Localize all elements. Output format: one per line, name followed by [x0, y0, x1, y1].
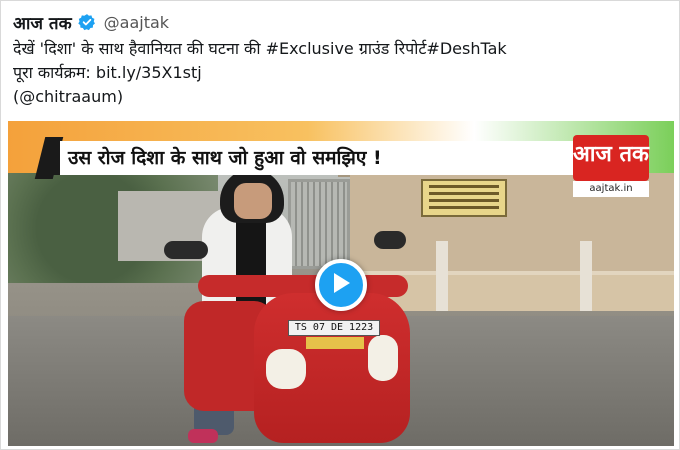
scooter-mirror-right — [374, 231, 406, 249]
tweet-text-line-1: देखें 'दिशा' के साथ हैवानियत की घटना की … — [13, 37, 673, 61]
tweet-text-segment: देखें 'दिशा' के साथ हैवानियत की घटना की — [13, 39, 266, 58]
scene-gate — [288, 179, 350, 269]
scooter-headlight-right — [368, 335, 398, 381]
tweet-text-line-3[interactable]: (@chitraaum) — [13, 85, 673, 109]
headline-text: उस रोज दिशा के साथ जो हुआ वो समझिए ! — [68, 147, 382, 169]
display-name[interactable]: आज तक — [13, 11, 72, 34]
video-player[interactable]: TS 07 DE 1223 उस रोज दिशा के साथ जो हुआ … — [8, 121, 674, 446]
logo-text: आज तक — [573, 142, 649, 167]
scene-pillar — [580, 241, 592, 311]
hashtag-deshtak[interactable]: #DeshTak — [426, 39, 506, 58]
tweet-header: आज तक @aajtak — [13, 9, 169, 35]
scooter-mirror-left — [164, 241, 208, 259]
scene-pillar — [436, 241, 448, 311]
number-plate: TS 07 DE 1223 — [288, 320, 380, 336]
plate-sticker — [306, 337, 364, 349]
tweet-card: आज तक @aajtak देखें 'दिशा' के साथ हैवानि… — [0, 0, 680, 450]
tweet-text-line-2[interactable]: पूरा कार्यक्रम: bit.ly/35X1stj — [13, 61, 673, 85]
rider-face — [234, 183, 272, 219]
verified-badge-icon — [77, 13, 96, 31]
hashtag-exclusive[interactable]: #Exclusive — [266, 39, 354, 58]
play-button[interactable] — [315, 259, 367, 311]
rider-shoe — [188, 429, 218, 443]
scene-low-wall — [363, 271, 674, 311]
logo-subtext: aajtak.in — [573, 181, 649, 197]
user-handle[interactable]: @aajtak — [104, 13, 169, 32]
scene-signboard — [421, 179, 507, 217]
play-icon — [330, 271, 352, 299]
scooter-headlight-left — [266, 349, 306, 389]
tweet-text: देखें 'दिशा' के साथ हैवानियत की घटना की … — [13, 37, 673, 109]
aajtak-logo: आज तक aajtak.in — [573, 135, 649, 197]
tweet-text-segment: ग्राउंड रिपोर्ट — [353, 39, 427, 58]
